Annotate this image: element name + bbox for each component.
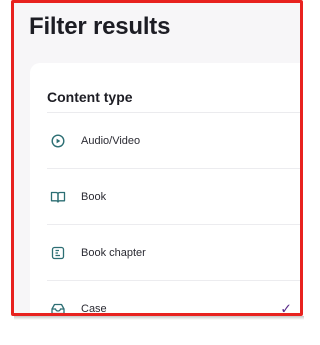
option-case[interactable]: Case ✓ — [47, 281, 300, 316]
filter-panel: Filter results Content type Audio/Video … — [11, 0, 303, 316]
page-title: Filter results — [29, 13, 171, 40]
check-icon: ✓ — [280, 300, 292, 316]
option-label: Audio/Video — [81, 134, 141, 147]
case-tray-icon — [49, 300, 67, 313]
open-book-icon — [49, 188, 67, 206]
option-label: Book — [81, 190, 107, 203]
content-type-heading: Content type — [47, 89, 133, 105]
play-circle-icon — [49, 132, 67, 150]
option-book[interactable]: Book — [47, 169, 300, 225]
content-type-card: Content type Audio/Video Book Book chapt… — [30, 63, 300, 316]
option-label: Book chapter — [81, 246, 146, 259]
option-book-chapter[interactable]: Book chapter — [47, 225, 300, 281]
option-audio-video[interactable]: Audio/Video — [47, 113, 300, 169]
book-chapter-icon — [49, 244, 67, 262]
option-label: Case — [81, 302, 107, 315]
frame-shadow — [14, 316, 304, 320]
